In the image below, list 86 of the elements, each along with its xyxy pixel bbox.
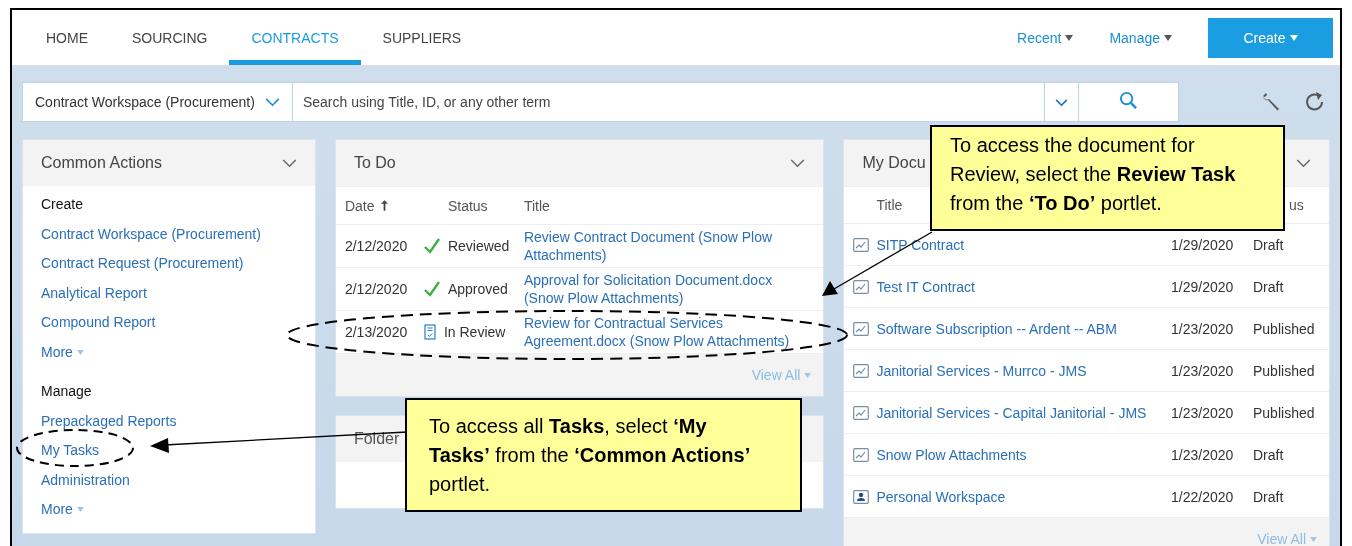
more-link[interactable]: More (41, 495, 84, 525)
callout-note: To access the document for Review, select the Review Task from the ‘To Do’ portlet. (930, 125, 1285, 231)
action-link[interactable]: Compound Report (41, 308, 156, 338)
date-cell-text: 1/23/2020 (1171, 320, 1235, 337)
document-link[interactable]: Janitorial Services - Murrco - JMS (876, 362, 1087, 379)
caret-icon (76, 349, 84, 355)
chevron-icon[interactable] (281, 158, 297, 168)
menu-link[interactable]: Manage (1109, 29, 1172, 46)
action-link[interactable]: Analytical Report (41, 278, 147, 308)
menu-link[interactable]: Recent (1017, 29, 1074, 46)
status-text: In Review (443, 324, 506, 340)
status-text: Approved (447, 281, 508, 297)
document-chart-icon (853, 237, 870, 252)
document-link[interactable]: SITP Contract (876, 236, 965, 253)
date-cell-text: 1/29/2020 (1171, 236, 1235, 253)
column-header[interactable]: Date (335, 197, 440, 214)
column-header[interactable]: Title (523, 196, 824, 215)
caret-icon (76, 507, 84, 513)
caret-icon (1310, 536, 1317, 542)
date-cell: 2/12/2020 (344, 281, 408, 297)
column-header[interactable]: us (1289, 197, 1304, 213)
document-link[interactable]: Test IT Contract (876, 278, 975, 295)
action-link[interactable]: My Tasks (41, 436, 100, 466)
chevron-icon[interactable] (790, 158, 806, 168)
date-cell-text: 1/23/2020 (1171, 404, 1235, 421)
action-link[interactable]: Prepackaged Reports (41, 406, 177, 436)
callout-note: To access all Tasks, select ‘My Tasks’ from the ‘Common Actions’ portlet. (405, 398, 802, 512)
document-link[interactable]: Snow Plow Attachments (876, 446, 1027, 463)
action-link[interactable]: Administration (41, 465, 130, 495)
scope-dropdown[interactable]: Contract Workspace (Procurement) (22, 82, 293, 122)
status-cell-text: Published (1253, 320, 1316, 337)
date-cell-text: 1/29/2020 (1171, 278, 1235, 295)
check-icon (423, 281, 440, 297)
refresh-icon[interactable] (1304, 91, 1326, 113)
create-button[interactable]: Create (1208, 17, 1333, 58)
chevron-icon (264, 97, 280, 107)
status-cell-text: Published (1253, 404, 1316, 421)
date-cell-text: 1/23/2020 (1171, 446, 1235, 463)
portlet-title: Common Actions (41, 154, 162, 172)
document-chart-icon (853, 447, 870, 462)
document-link[interactable]: Janitorial Services - Capital Janitorial - JMS (876, 404, 1147, 421)
nav-tab[interactable]: SOURCING (110, 10, 230, 65)
column-header[interactable]: Status (447, 197, 524, 214)
portlet-title: To Do (353, 154, 396, 172)
checklist-icon (423, 324, 436, 340)
document-chart-icon (853, 279, 870, 294)
document-link[interactable]: Software Subscription -- Ardent -- ABM (876, 320, 1117, 337)
document-link[interactable]: Personal Workspace (876, 488, 1006, 505)
caret-icon (1164, 34, 1172, 41)
chevron-icon (1055, 98, 1068, 107)
wrench-icon[interactable] (1260, 91, 1282, 113)
action-link[interactable]: Contract Request (Procurement) (41, 249, 244, 279)
document-chart-icon (853, 405, 870, 420)
portlet-title: Folder (353, 430, 400, 448)
status-cell-text: Draft (1253, 488, 1285, 505)
document-chart-icon (853, 321, 870, 336)
portlet-title: My Docu (862, 154, 926, 172)
action-link[interactable]: Contract Workspace (Procurement) (41, 219, 261, 249)
person-card-icon (853, 489, 870, 504)
status-cell-text: Published (1253, 362, 1316, 379)
sort-arrow-icon (380, 200, 388, 211)
caret-icon (1065, 34, 1074, 41)
date-cell: 2/12/2020 (344, 238, 408, 254)
search-field[interactable]: Search using Title, ID, or any other term (292, 82, 1045, 122)
status-text: Reviewed (447, 238, 510, 254)
task-link[interactable]: Review for Contractual Services Agreement.docx (Snow Plow Attachments) (523, 314, 824, 350)
task-link[interactable]: Approval for Solicitation Document.docx (Snow Plow Attachments) (523, 271, 824, 307)
check-icon (423, 238, 440, 254)
date-cell-text: 1/23/2020 (1171, 362, 1235, 379)
nav-tab[interactable]: SUPPLIERS (360, 10, 484, 65)
chevron-icon[interactable] (1296, 158, 1311, 168)
section-heading: Manage (41, 382, 92, 401)
column-header[interactable]: Title (876, 197, 903, 213)
section-heading: Create (41, 195, 84, 214)
document-chart-icon (853, 363, 870, 378)
nav-tab[interactable]: HOME (24, 10, 110, 65)
status-cell-text: Draft (1253, 278, 1285, 295)
status-cell-text: Draft (1253, 446, 1285, 463)
date-cell-text: 1/22/2020 (1171, 488, 1235, 505)
caret-icon (1289, 34, 1298, 41)
task-link[interactable]: Review Contract Document (Snow Plow Attachments) (523, 228, 824, 264)
search-icon (1119, 91, 1138, 110)
status-cell-text: Draft (1253, 236, 1285, 253)
caret-icon (804, 372, 812, 378)
date-cell: 2/13/2020 (344, 324, 408, 340)
more-link[interactable]: More (41, 337, 84, 367)
